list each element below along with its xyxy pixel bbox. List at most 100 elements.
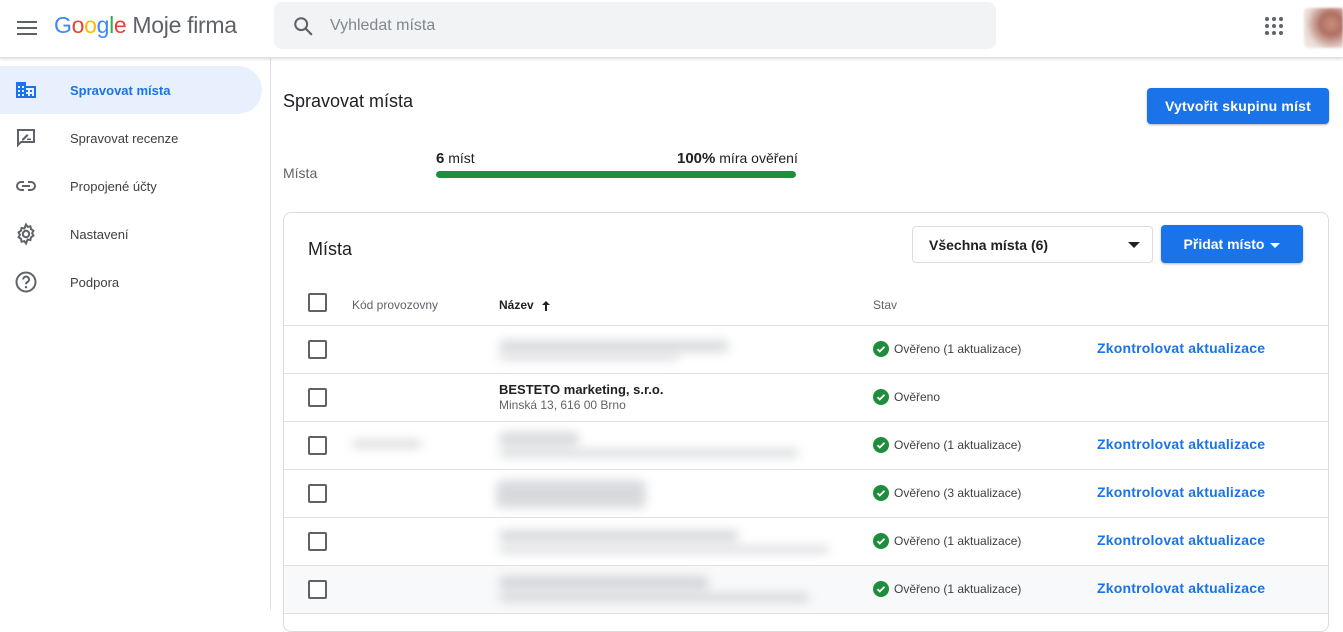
status-text: Ověřeno (1 aktualizace): [894, 534, 1022, 548]
status-text: Ověřeno (1 aktualizace): [894, 438, 1022, 452]
location-count: 6 míst: [436, 150, 475, 167]
row-checkbox[interactable]: [308, 388, 327, 407]
building-icon: [16, 82, 36, 98]
redacted-name: [499, 432, 579, 446]
sidebar-item-label: Spravovat místa: [70, 82, 171, 98]
table-row[interactable]: Ověřeno (1 aktualizace) Zkontrolovat akt…: [284, 326, 1328, 374]
sidebar-item-label: Propojené účty: [70, 178, 157, 194]
status-verified: Ověřeno (1 aktualizace): [873, 533, 1021, 549]
locations-card: Místa Všechna místa (6) Přidat místo Kód…: [283, 212, 1329, 632]
table-row[interactable]: Ověřeno (1 aktualizace) Zkontrolovat akt…: [284, 566, 1328, 614]
sidebar-nav: Spravovat místa Spravovat recenze Propoj…: [0, 58, 271, 610]
main-content: Spravovat místa Vytvořit skupinu míst Mí…: [271, 58, 1343, 632]
sidebar-item-manage-reviews[interactable]: Spravovat recenze: [0, 114, 262, 162]
logo-letter: o: [84, 12, 97, 38]
verification-rate-value: 100%: [677, 150, 716, 167]
review-updates-link[interactable]: Zkontrolovat aktualizace: [1097, 436, 1265, 452]
review-updates-link[interactable]: Zkontrolovat aktualizace: [1097, 580, 1265, 596]
row-checkbox[interactable]: [308, 532, 327, 551]
redacted-name: [496, 480, 646, 508]
caret-down-icon: [1270, 242, 1281, 248]
table-row[interactable]: Ověřeno (1 aktualizace) Zkontrolovat akt…: [284, 518, 1328, 566]
location-name[interactable]: BESTETO marketing, s.r.o.: [499, 382, 663, 397]
create-location-group-button[interactable]: Vytvořit skupinu míst: [1147, 88, 1329, 124]
select-all-checkbox[interactable]: [308, 293, 327, 312]
sidebar-item-linked-accounts[interactable]: Propojené účty: [0, 162, 262, 210]
column-header-name[interactable]: Název: [499, 298, 552, 312]
location-address: Minská 13, 616 00 Brno: [499, 398, 626, 412]
status-verified: Ověřeno (1 aktualizace): [873, 437, 1021, 453]
search-bar[interactable]: [274, 2, 996, 49]
sidebar-item-label: Podpora: [70, 274, 120, 290]
status-verified: Ověřeno: [873, 389, 940, 405]
status-text: Ověřeno (3 aktualizace): [894, 486, 1022, 500]
location-count-suffix: míst: [448, 150, 475, 166]
redacted-code: [352, 440, 422, 448]
check-circle-icon: [873, 389, 889, 405]
verification-progress-fill: [436, 171, 796, 178]
search-input[interactable]: [330, 16, 930, 35]
table-row[interactable]: Ověřeno (1 aktualizace) Zkontrolovat akt…: [284, 422, 1328, 470]
table-row[interactable]: BESTETO marketing, s.r.o. Minská 13, 616…: [284, 374, 1328, 422]
check-circle-icon: [873, 485, 889, 501]
location-filter-dropdown[interactable]: Všechna místa (6): [912, 226, 1153, 263]
logo-letter: o: [71, 12, 85, 38]
review-updates-link[interactable]: Zkontrolovat aktualizace: [1097, 340, 1265, 356]
help-icon: [15, 271, 37, 293]
stats-label: Místa: [283, 165, 318, 181]
verification-progress-bar: [436, 171, 796, 178]
hamburger-menu-button[interactable]: [12, 13, 42, 43]
top-app-bar: Google Moje firma: [0, 0, 1343, 58]
link-icon: [16, 181, 36, 191]
row-checkbox[interactable]: [308, 340, 327, 359]
status-verified: Ověřeno (1 aktualizace): [873, 581, 1021, 597]
product-name: Moje firma: [132, 12, 237, 38]
column-header-name-label: Název: [499, 298, 534, 312]
status-text: Ověřeno (1 aktualizace): [894, 342, 1022, 356]
status-verified: Ověřeno (3 aktualizace): [873, 485, 1021, 501]
page-title: Spravovat místa: [283, 91, 414, 111]
table-header: Kód provozovny Název Stav: [284, 283, 1328, 326]
table-row[interactable]: Ověřeno (3 aktualizace) Zkontrolovat akt…: [284, 470, 1328, 518]
redacted-name: [499, 340, 729, 352]
location-count-value: 6: [436, 150, 445, 167]
google-my-business-logo[interactable]: Google Moje firma: [54, 12, 237, 39]
gear-icon: [17, 222, 35, 246]
status-text: Ověřeno (1 aktualizace): [894, 582, 1022, 596]
logo-letter: G: [54, 12, 72, 38]
sidebar-item-settings[interactable]: Nastavení: [0, 210, 262, 258]
redacted-address: [499, 354, 679, 360]
apps-grid-icon[interactable]: [1262, 14, 1286, 38]
sidebar-item-manage-locations[interactable]: Spravovat místa: [0, 66, 262, 114]
add-location-label: Přidat místo: [1183, 236, 1265, 252]
row-checkbox[interactable]: [308, 580, 327, 599]
status-verified: Ověřeno (1 aktualizace): [873, 341, 1021, 357]
menu-icon: [17, 21, 37, 35]
column-header-code[interactable]: Kód provozovny: [352, 298, 438, 312]
status-text: Ověřeno: [894, 390, 941, 404]
check-circle-icon: [873, 437, 889, 453]
row-checkbox[interactable]: [308, 484, 327, 503]
redacted-address: [499, 546, 829, 553]
sidebar-item-label: Spravovat recenze: [70, 130, 179, 146]
account-avatar[interactable]: [1304, 8, 1343, 48]
sort-ascending-icon: [541, 300, 550, 311]
check-circle-icon: [873, 581, 889, 597]
add-location-button[interactable]: Přidat místo: [1161, 225, 1303, 263]
redacted-name: [499, 530, 739, 542]
review-updates-link[interactable]: Zkontrolovat aktualizace: [1097, 484, 1265, 500]
review-updates-link[interactable]: Zkontrolovat aktualizace: [1097, 532, 1265, 548]
logo-letter: g: [96, 12, 110, 38]
dropdown-arrow-icon: [1128, 242, 1140, 248]
search-icon: [294, 16, 313, 35]
redacted-address: [499, 449, 799, 457]
column-header-status[interactable]: Stav: [873, 298, 897, 312]
row-checkbox[interactable]: [308, 436, 327, 455]
check-circle-icon: [873, 533, 889, 549]
check-circle-icon: [873, 341, 889, 357]
sidebar-item-label: Nastavení: [70, 226, 129, 242]
sidebar-item-support[interactable]: Podpora: [0, 258, 262, 306]
redacted-name: [499, 576, 709, 590]
card-title: Místa: [308, 239, 353, 259]
redacted-address: [499, 593, 809, 602]
